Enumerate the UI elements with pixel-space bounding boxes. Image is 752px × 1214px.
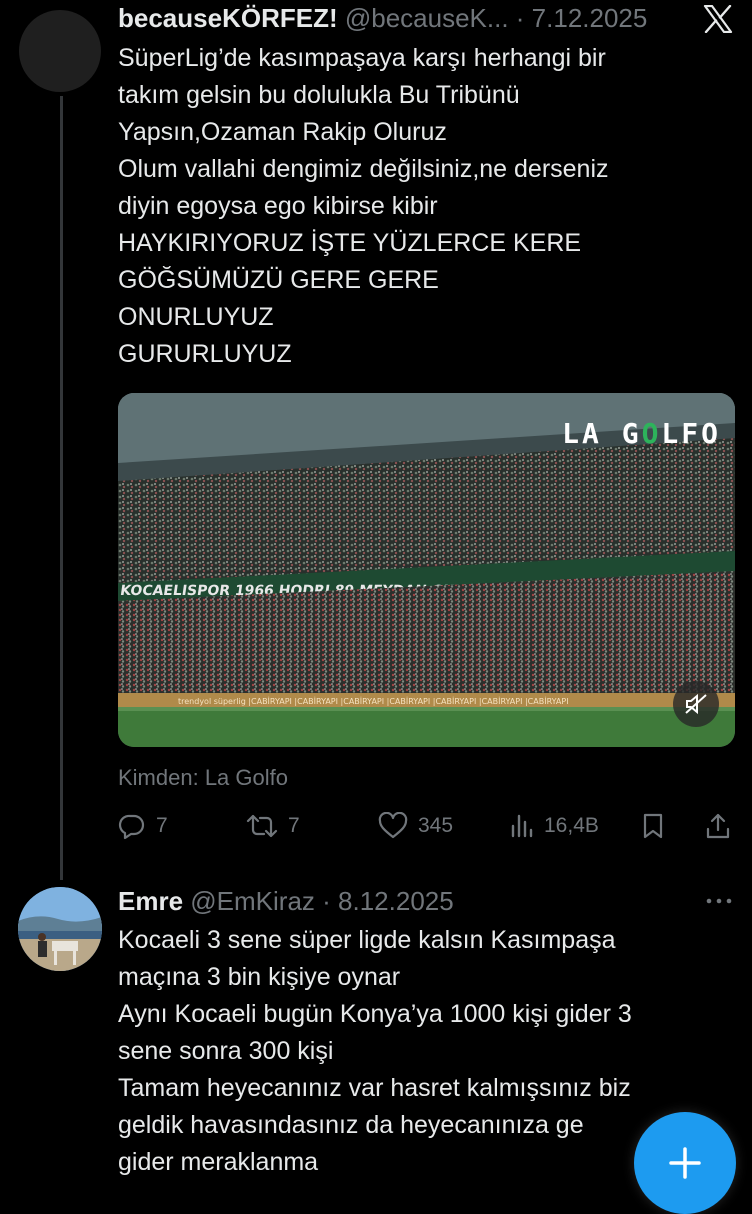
tweet-text-line: sene sonra 300 kişi [118, 1037, 334, 1065]
plus-icon [669, 1147, 701, 1179]
retweet-icon [246, 814, 278, 838]
tweet-text: SüperLig’de kasımpaşaya karşı herhangi b… [118, 40, 728, 373]
retweet-count: 7 [288, 814, 300, 837]
media-source[interactable]: Kimden: La Golfo [118, 765, 288, 791]
tweet-text-line: Olum vallahi dengimiz değilsiniz,ne ders… [118, 155, 609, 183]
thread-line [60, 96, 63, 880]
handle[interactable]: @becauseK... [345, 3, 509, 33]
tweet-text-line: geldik havasındasınız da heyecanınıza ge [118, 1111, 584, 1139]
display-name[interactable]: becauseKÖRFEZ! [118, 3, 338, 33]
mute-icon [685, 693, 707, 715]
like-count: 345 [418, 814, 454, 837]
like-button[interactable]: 345 [378, 808, 453, 844]
video-watermark: LA GOLFO [562, 417, 721, 450]
date-separator: · [314, 886, 339, 916]
display-name[interactable]: Emre [118, 886, 183, 916]
tweet-header: Emre @EmKiraz · 8.12.2025 [118, 885, 454, 917]
avatar[interactable] [19, 10, 101, 92]
tweet-text-line: Tamam heyecanınız var hasret kalmışsınız… [118, 1074, 631, 1102]
date-separator: · [508, 3, 532, 33]
handle[interactable]: @EmKiraz [190, 886, 315, 916]
reply-button[interactable]: 7 [118, 808, 168, 844]
retweet-button[interactable]: 7 [246, 808, 300, 844]
views-count: 16,4B [544, 814, 599, 837]
bookmark-icon [643, 813, 663, 839]
tweet-text-line: Aynı Kocaeli bugün Konya’ya 1000 kişi gi… [118, 1000, 632, 1028]
tweet-text-line: diyin egoysa ego kibirse kibir [118, 192, 438, 220]
tweet-text-line: Yapsın,Ozaman Rakip Oluruz [118, 118, 447, 146]
tweet-text-line: ONURLUYUZ [118, 303, 274, 331]
tweet-text-line: Kocaeli 3 sene süper ligde kalsın Kasımp… [118, 926, 616, 954]
action-bar: 7 7 345 16,4B [118, 808, 738, 844]
reply-icon [118, 814, 145, 840]
tweet-text-line: SüperLig’de kasımpaşaya karşı herhangi b… [118, 44, 606, 72]
mute-button[interactable] [673, 681, 719, 727]
tweet-header: becauseKÖRFEZ! @becauseK... · 7.12.2025 [118, 2, 647, 34]
x-logo-icon[interactable] [703, 5, 733, 33]
views-button[interactable]: 16,4B [510, 808, 599, 844]
tweet-text-line: GURURLUYUZ [118, 340, 292, 368]
ad-board-text: trendyol süperlig |CABİRYAPI |CABİRYAPI … [178, 696, 569, 706]
tweet-text-line: takım gelsin bu dolulukla Bu Tribünü [118, 81, 520, 109]
avatar-photo [18, 887, 102, 971]
like-icon [378, 812, 408, 839]
bookmark-button[interactable] [640, 808, 676, 844]
tweet-text: Kocaeli 3 sene süper ligde kalsın Kasımp… [118, 922, 728, 1181]
timestamp[interactable]: 8.12.2025 [338, 886, 454, 916]
tweet-text-line: HAYKIRIYORUZ İŞTE YÜZLERCE KERE [118, 229, 582, 257]
views-icon [511, 814, 533, 838]
avatar[interactable] [18, 887, 102, 971]
share-icon [706, 813, 730, 839]
tweet-text-line: GÖĞSÜMÜZÜ GERE GERE [118, 266, 439, 294]
timestamp[interactable]: 7.12.2025 [532, 3, 648, 33]
share-button[interactable] [704, 808, 742, 844]
reply-count: 7 [156, 814, 168, 837]
compose-button[interactable] [634, 1112, 736, 1214]
more-icon[interactable] [705, 893, 733, 909]
tweet-video[interactable]: KOCAELISPOR 1966 HODRI 89 MEYDAN GULF ES… [118, 393, 735, 747]
tweet-text-line: maçına 3 bin kişiye oynar [118, 963, 401, 991]
